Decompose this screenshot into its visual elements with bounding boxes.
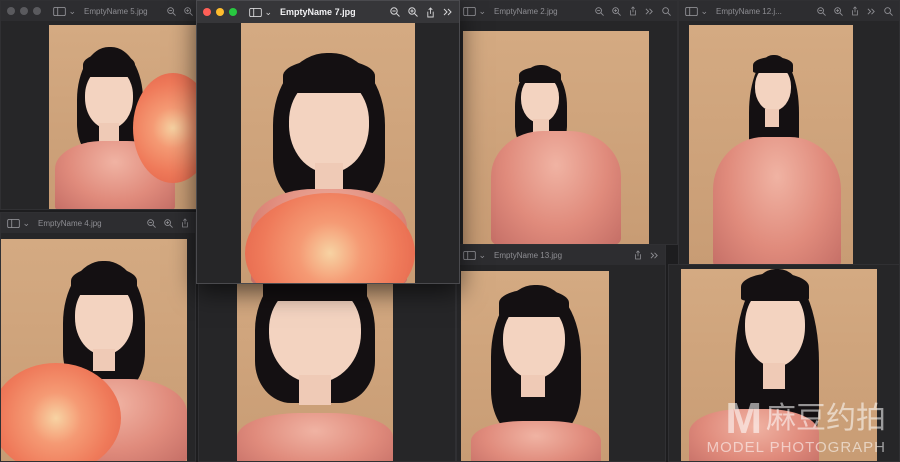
window-content: [199, 263, 455, 461]
zoom-in-icon[interactable]: [184, 7, 193, 16]
window-toolbar: ⌄ EmptyName 4.jpg: [1, 213, 195, 233]
watermark-logo: M: [725, 394, 762, 443]
window-title: EmptyName 7.jpg: [280, 7, 356, 17]
preview-window-5[interactable]: ⌄ EmptyName 5.jpg: [0, 0, 200, 210]
preview-window-bottom-center[interactable]: [198, 262, 456, 462]
window-content: [1, 233, 195, 461]
preview-window-2[interactable]: ⌄ EmptyName 2.jpg: [456, 0, 678, 245]
zoom-in-icon[interactable]: [164, 219, 173, 228]
window-toolbar: ⌄ EmptyName 5.jpg: [1, 1, 199, 21]
window-title: EmptyName 5.jpg: [84, 6, 148, 16]
window-toolbar: ⌄ EmptyName 2.jpg: [457, 1, 677, 21]
more-icon[interactable]: [867, 7, 876, 16]
window-content: [197, 23, 459, 283]
zoom-in-icon[interactable]: [408, 7, 418, 17]
traffic-lights[interactable]: [203, 8, 237, 16]
window-title: EmptyName 12.j...: [716, 6, 782, 16]
photo: [49, 25, 197, 209]
share-icon[interactable]: [851, 6, 859, 16]
preview-window-13[interactable]: ⌄ EmptyName 13.jpg: [456, 244, 666, 462]
share-icon[interactable]: [426, 7, 435, 18]
photo: [461, 271, 609, 461]
window-toolbar: ⌄ EmptyName 12.j...: [679, 1, 899, 21]
window-toolbar: ⌄ EmptyName 13.jpg: [457, 245, 665, 265]
sidebar-icon[interactable]: ⌄: [53, 6, 76, 17]
sidebar-icon[interactable]: ⌄: [249, 7, 272, 18]
sidebar-icon[interactable]: ⌄: [685, 6, 708, 17]
more-icon[interactable]: [650, 251, 659, 260]
close-button[interactable]: [203, 8, 211, 16]
zoom-out-icon[interactable]: [390, 7, 400, 17]
traffic-lights[interactable]: [7, 7, 41, 15]
search-icon[interactable]: [662, 7, 671, 16]
window-content: [679, 21, 899, 269]
zoom-out-icon[interactable]: [147, 219, 156, 228]
photo: [463, 31, 649, 244]
preview-window-4[interactable]: ⌄ EmptyName 4.jpg: [0, 212, 196, 462]
preview-window-12[interactable]: ⌄ EmptyName 12.j...: [678, 0, 900, 270]
watermark-brand-en: MODEL PHOTOGRAPH: [706, 439, 886, 456]
share-icon[interactable]: [634, 250, 642, 260]
minimize-button[interactable]: [216, 8, 224, 16]
photo: [1, 239, 187, 461]
fullscreen-button[interactable]: [229, 8, 237, 16]
zoom-out-icon[interactable]: [167, 7, 176, 16]
share-icon[interactable]: [629, 6, 637, 16]
photo: [241, 23, 415, 283]
watermark: M 麻豆约拍 MODEL PHOTOGRAPH: [706, 394, 886, 457]
sidebar-icon[interactable]: ⌄: [463, 250, 486, 261]
zoom-out-icon[interactable]: [595, 7, 604, 16]
window-content: [1, 21, 199, 209]
zoom-out-icon[interactable]: [817, 7, 826, 16]
window-title: EmptyName 13.jpg: [494, 250, 563, 260]
window-content: [457, 21, 677, 244]
sidebar-icon[interactable]: ⌄: [463, 6, 486, 17]
window-title: EmptyName 2.jpg: [494, 6, 558, 16]
watermark-brand-cn: 麻豆约拍: [766, 402, 886, 435]
zoom-in-icon[interactable]: [834, 7, 843, 16]
more-icon[interactable]: [443, 7, 453, 17]
photo: [237, 263, 393, 461]
photo: [689, 25, 853, 269]
more-icon[interactable]: [645, 7, 654, 16]
search-icon[interactable]: [884, 7, 893, 16]
window-content: [457, 265, 665, 461]
sidebar-icon[interactable]: ⌄: [7, 218, 30, 229]
window-title: EmptyName 4.jpg: [38, 218, 102, 228]
preview-window-7[interactable]: ⌄ EmptyName 7.jpg: [196, 0, 460, 284]
zoom-in-icon[interactable]: [612, 7, 621, 16]
share-icon[interactable]: [181, 218, 189, 228]
window-toolbar: ⌄ EmptyName 7.jpg: [197, 1, 459, 23]
